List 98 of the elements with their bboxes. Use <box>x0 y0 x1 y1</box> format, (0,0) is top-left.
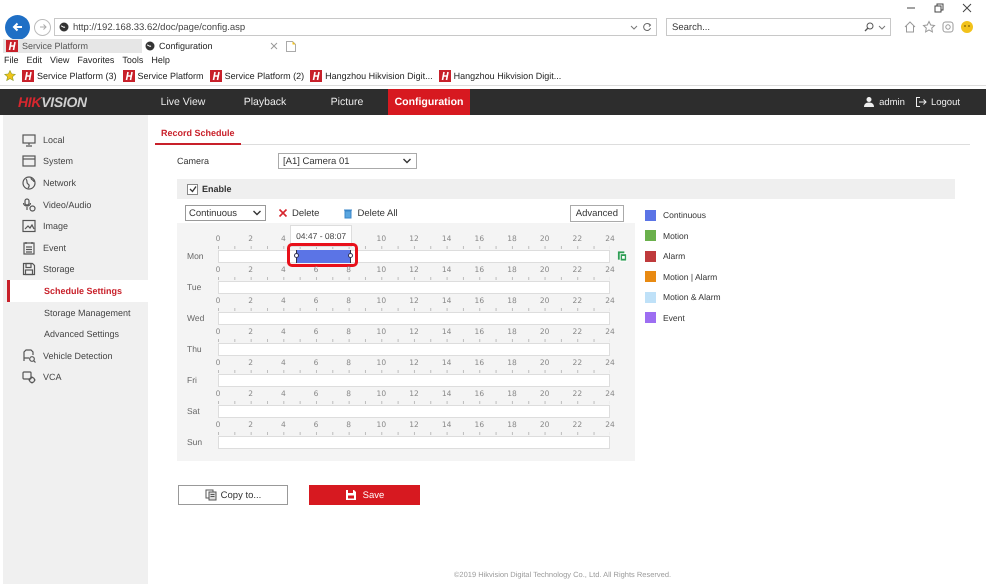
sidebar-item[interactable]: Local <box>3 129 148 151</box>
star-icon <box>922 20 936 34</box>
nav-tab[interactable]: Picture <box>306 89 388 115</box>
sidebar-item[interactable]: Schedule Settings <box>7 280 148 302</box>
mode-select[interactable]: Continuous <box>185 205 266 221</box>
menu-item[interactable]: Tools <box>122 55 144 65</box>
day-label: Sun <box>187 437 204 448</box>
nav-tab[interactable]: Configuration <box>388 89 470 115</box>
close-icon <box>270 42 278 50</box>
save-button[interactable]: Save <box>309 485 420 505</box>
day-label: Tue <box>187 282 202 292</box>
close-icon <box>962 2 972 12</box>
globe-icon <box>59 22 69 32</box>
day-label: Thu <box>187 344 203 354</box>
camera-select[interactable]: [A1] Camera 01 <box>278 153 417 169</box>
h-logo-icon <box>210 70 222 82</box>
search-field[interactable]: Search... <box>666 18 891 36</box>
restore-icon <box>934 2 944 12</box>
user-icon <box>863 96 876 108</box>
back-button[interactable] <box>5 14 30 40</box>
microphone-camera-icon <box>22 198 36 212</box>
day-label: Sat <box>187 406 201 416</box>
favorite-link[interactable]: Service Platform <box>138 71 204 81</box>
sidebar-item[interactable]: System <box>3 150 148 172</box>
day-label: Fri <box>187 375 198 386</box>
globe-icon <box>145 41 155 51</box>
legend-label: Event <box>663 312 685 323</box>
monitor-icon <box>22 132 36 147</box>
caret-icon <box>878 23 886 31</box>
sidebar-item[interactable]: Network <box>3 172 148 194</box>
sidebar-item[interactable]: Image <box>3 215 148 237</box>
h-logo-icon <box>310 70 322 82</box>
schedule-segment[interactable] <box>296 250 351 262</box>
day-label: Wed <box>187 313 206 324</box>
advanced-button[interactable]: Advanced <box>570 204 624 222</box>
check-icon <box>188 185 196 193</box>
sidebar-item[interactable]: VCA <box>3 366 148 388</box>
nav-tab[interactable]: Live View <box>142 89 224 115</box>
nav-tab[interactable]: Playback <box>224 89 306 115</box>
chevron-down-icon <box>252 208 262 218</box>
menu-item[interactable]: View <box>50 55 70 65</box>
sidebar-item[interactable]: Vehicle Detection <box>3 344 148 367</box>
favorite-link[interactable]: Service Platform (3) <box>37 71 117 81</box>
h-logo-icon <box>122 70 135 82</box>
close-icon <box>278 208 288 218</box>
calendar-list-icon <box>22 240 36 255</box>
legend-label: Motion <box>663 230 689 241</box>
sidebar-item[interactable]: Storage <box>3 258 148 280</box>
new-tab-icon <box>285 40 297 52</box>
menu-item[interactable]: Edit <box>26 55 42 65</box>
home-icon <box>903 20 917 34</box>
logout-link[interactable]: Logout <box>930 96 960 108</box>
sidebar-item[interactable]: Storage Management <box>3 302 148 324</box>
user-name[interactable]: admin <box>879 96 905 108</box>
sidebar-item[interactable]: Video/Audio <box>3 194 148 216</box>
favorite-link[interactable]: Hangzhou Hikvision Digit... <box>454 71 562 81</box>
field-label: Camera <box>177 156 210 166</box>
refresh-icon <box>642 22 652 32</box>
arrow-right-icon <box>38 22 48 32</box>
sidebar-item[interactable]: Event <box>3 236 148 259</box>
favorite-link[interactable]: Hangzhou Hikvision Digit... <box>325 71 433 81</box>
logo: HIKVISION <box>18 94 87 110</box>
browser-tab[interactable]: Service Platform <box>3 39 142 53</box>
image-icon <box>22 219 36 234</box>
day-label: Mon <box>187 251 205 262</box>
forward-button[interactable] <box>34 18 51 36</box>
delete-button[interactable]: Delete <box>274 208 324 218</box>
trash-icon <box>343 208 354 218</box>
address-field[interactable]: http://192.168.33.62/doc/page/config.asp <box>54 18 657 36</box>
checkbox-label: Enable <box>202 184 232 194</box>
delete-all-button[interactable]: Delete All <box>339 208 402 218</box>
legend-label: Motion | Alarm <box>663 272 718 282</box>
smiley-icon <box>960 20 974 34</box>
legend-label: Continuous <box>663 210 706 220</box>
menu-item[interactable]: File <box>4 55 19 65</box>
arrow-left-icon <box>10 20 24 34</box>
page-tab[interactable]: Record Schedule <box>155 123 241 145</box>
chevron-down-icon <box>402 156 412 166</box>
menu-item[interactable]: Favorites <box>77 55 114 65</box>
menu-item[interactable]: Help <box>151 55 170 65</box>
logout-icon <box>914 96 927 108</box>
search-icon <box>864 22 874 32</box>
caret-icon <box>630 23 638 31</box>
window-icon <box>22 154 36 168</box>
favorite-link[interactable]: Service Platform (2) <box>224 71 304 81</box>
h-logo-icon <box>6 40 18 52</box>
sidebar-item[interactable]: Advanced Settings <box>3 323 148 345</box>
copy-to-button[interactable]: Copy to... <box>178 485 288 505</box>
legend-label: Alarm <box>663 251 686 262</box>
favorites-star-icon <box>4 70 16 82</box>
enable-checkbox[interactable] <box>187 184 198 194</box>
legend-label: Motion & Alarm <box>663 292 721 302</box>
copy-icon <box>204 489 217 501</box>
h-logo-icon <box>438 70 451 82</box>
globe-icon <box>22 176 36 190</box>
car-search-icon <box>22 348 36 363</box>
copy-icon <box>617 250 628 262</box>
h-logo-icon <box>22 70 34 82</box>
